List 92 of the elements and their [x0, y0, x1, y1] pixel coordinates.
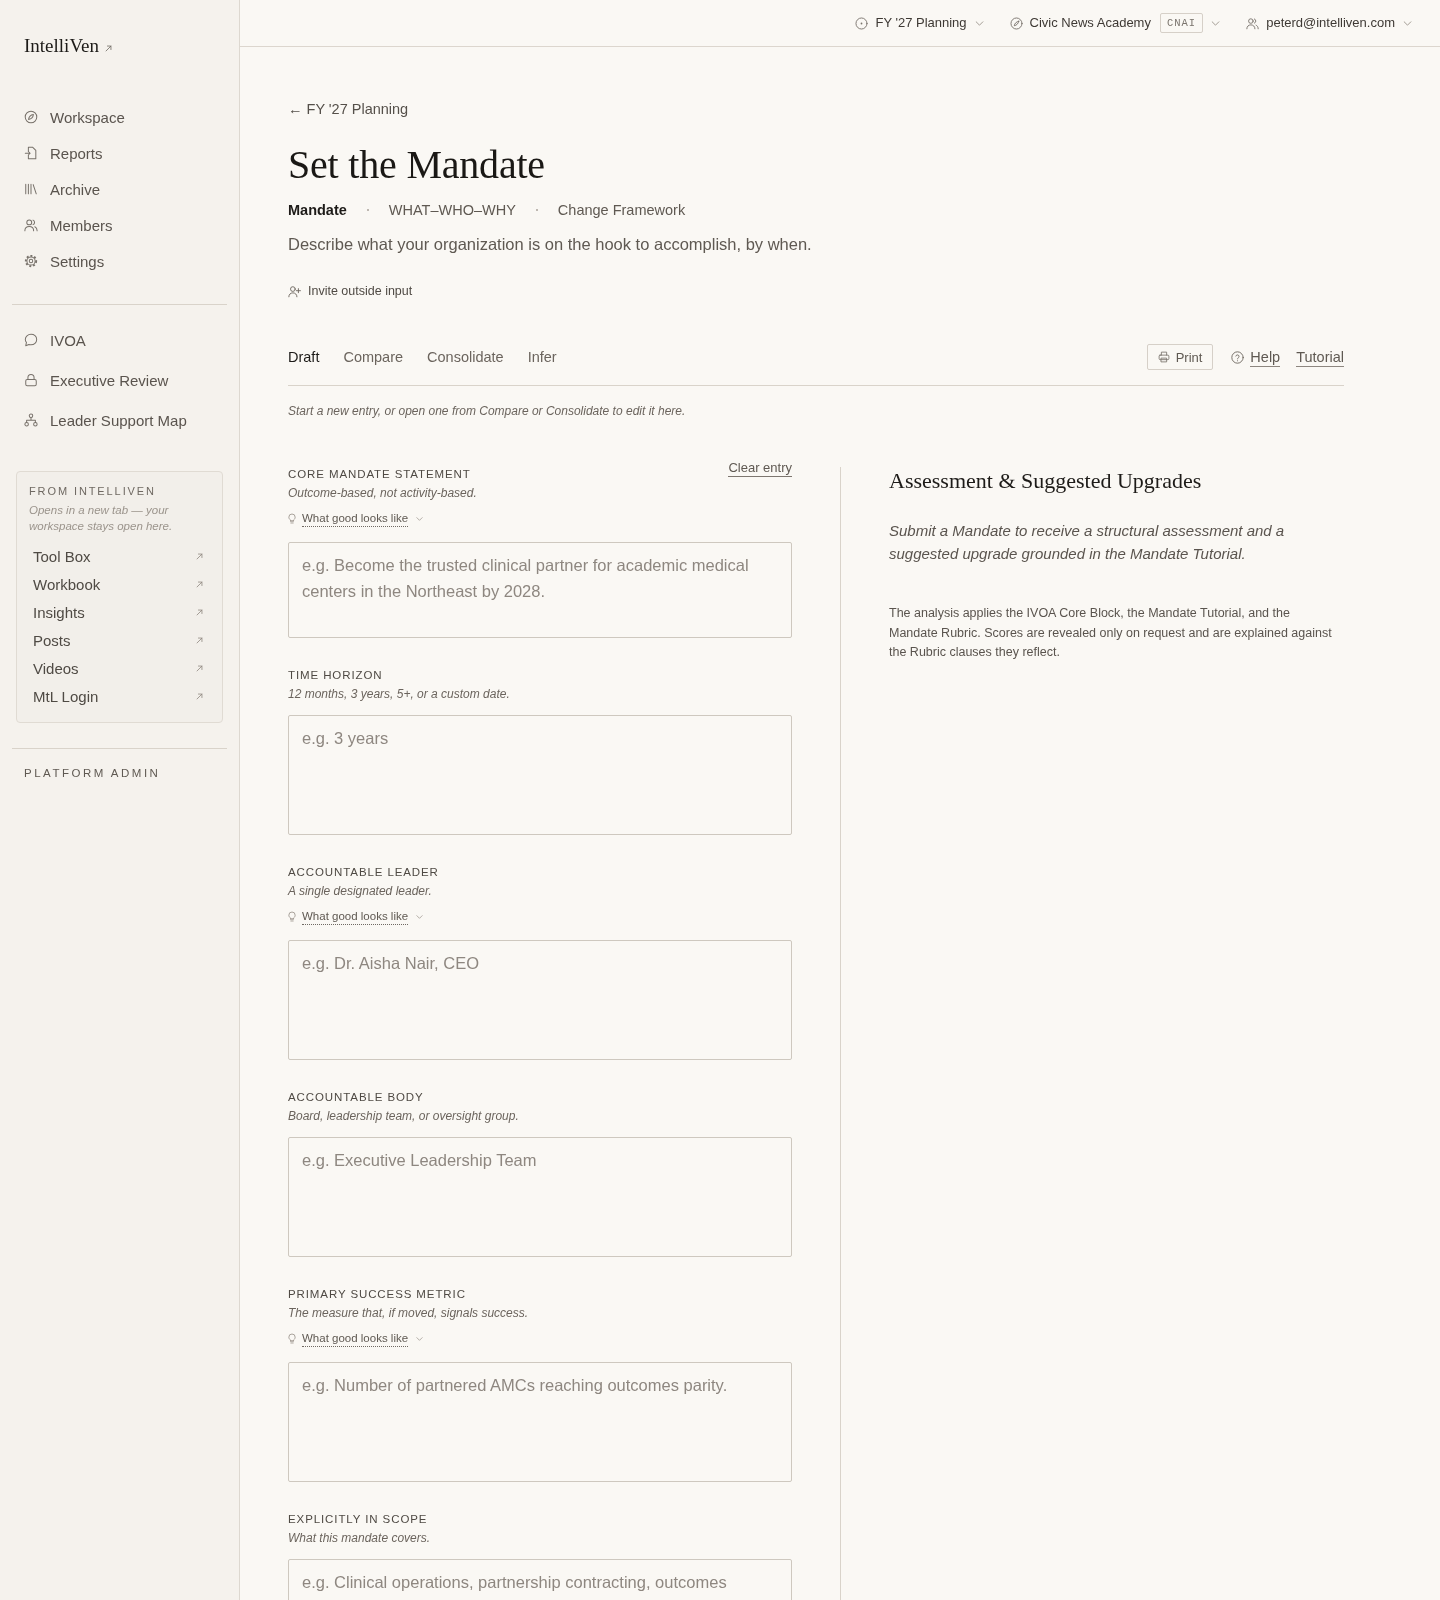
guide-toggle[interactable]: What good looks like	[288, 510, 424, 530]
plan-selector[interactable]: FY '27 Planning	[855, 14, 984, 32]
field-label: ACCOUNTABLE BODY	[288, 1090, 424, 1105]
guide-toggle[interactable]: What good looks like	[288, 1330, 424, 1350]
field-label: EXPLICITLY IN SCOPE	[288, 1512, 428, 1527]
books-icon	[24, 182, 38, 196]
breadcrumb-link[interactable]: Change Framework	[557, 200, 686, 220]
chevron-down-icon	[416, 914, 424, 919]
gear-icon	[24, 254, 38, 268]
arrow-up-right-icon	[196, 608, 203, 616]
nav-item[interactable]: IVOA	[0, 320, 239, 360]
section-heading: PLATFORM ADMIN	[24, 766, 162, 781]
assessment-title: Assessment & Suggested Upgrades	[889, 467, 1203, 495]
chevron-down-icon	[974, 20, 984, 26]
chevron-down-icon	[1211, 20, 1221, 26]
organization-code-tag: CNAI	[1159, 13, 1204, 33]
document-icon	[24, 146, 38, 160]
user-plus-icon	[288, 284, 301, 298]
tutorial-link[interactable]: Tutorial	[1296, 347, 1344, 367]
invite-button[interactable]: Invite outside input	[288, 282, 413, 300]
text-area-field[interactable]: e.g. Become the trusted clinical partner for academic medical centers in the Northeast by 2028.	[288, 542, 792, 638]
nav-item[interactable]: Members	[0, 207, 239, 243]
breadcrumb-link[interactable]: WHAT–WHO–WHY	[388, 200, 516, 220]
external-link[interactable]: Videos	[29, 654, 210, 682]
field-label: CORE MANDATE STATEMENT	[288, 467, 471, 482]
arrow-up-right-icon	[196, 636, 203, 644]
field-hint: The measure that, if moved, signals success.	[288, 1305, 529, 1322]
external-link[interactable]: Posts	[29, 626, 210, 654]
help-link[interactable]: Help	[1231, 347, 1281, 367]
arrow-up-right-icon	[104, 44, 112, 52]
arrow-up-right-icon	[196, 664, 203, 672]
page-description: Describe what your organization is on the hook to accomplish, by when.	[288, 234, 812, 255]
nav-item[interactable]: Settings	[0, 243, 239, 279]
draft-hint: Start a new entry, or open one from Compare or Consolidate to edit it here.	[288, 403, 686, 420]
assessment-intro: Submit a Mandate to receive a structural assessment and a suggested upgrade grounded in the Mandate Tutorial.	[889, 521, 1286, 564]
tab[interactable]: Draft	[288, 347, 320, 367]
lightbulb-icon	[288, 1333, 296, 1344]
nav-item[interactable]: Reports	[0, 135, 239, 171]
help-icon	[1231, 350, 1245, 364]
arrow-up-right-icon	[196, 552, 203, 560]
text-area-field[interactable]: e.g. Number of partnered AMCs reaching outcomes parity.	[288, 1362, 792, 1482]
compass-icon	[1009, 16, 1023, 30]
account-menu[interactable]: peterd@intelliven.com	[1246, 14, 1412, 32]
chevron-down-icon	[416, 1336, 424, 1341]
field-label: ACCOUNTABLE LEADER	[288, 865, 439, 880]
hierarchy-icon	[24, 413, 38, 427]
external-link[interactable]: MtL Login	[29, 682, 210, 710]
circle-dot-icon	[855, 16, 869, 30]
external-link[interactable]: Workbook	[29, 570, 210, 598]
chevron-down-icon	[416, 516, 424, 521]
nav-item[interactable]: Executive Review	[0, 360, 239, 400]
field-label: PRIMARY SUCCESS METRIC	[288, 1287, 466, 1302]
print-button[interactable]: Print	[1146, 344, 1214, 370]
external-link[interactable]: Insights	[29, 598, 210, 626]
arrow-up-right-icon	[196, 692, 203, 700]
text-area-field[interactable]: e.g. Executive Leadership Team	[288, 1137, 792, 1257]
field-hint: What this mandate covers.	[288, 1530, 431, 1547]
tab[interactable]: Consolidate	[427, 347, 504, 367]
text-area-field[interactable]: e.g. Clinical operations, partnership contracting, outcomes	[288, 1559, 792, 1600]
field-label: TIME HORIZON	[288, 668, 383, 683]
lightbulb-icon	[288, 911, 296, 922]
tab[interactable]: Compare	[343, 347, 404, 367]
nav-item[interactable]: Leader Support Map	[0, 400, 239, 440]
nav-item[interactable]: Workspace	[0, 99, 239, 135]
panel-note: Opens in a new tab — your workspace stays open here.	[29, 503, 174, 534]
chat-bubble-icon	[24, 333, 38, 347]
external-link[interactable]: Tool Box	[29, 542, 210, 570]
tab[interactable]: Infer	[527, 347, 557, 367]
logo[interactable]: IntelliVen	[24, 34, 112, 58]
panel-heading: FROM INTELLIVEN	[29, 484, 157, 498]
assessment-note: The analysis applies the IVOA Core Block, the Mandate Tutorial, and the Mandate Rubric. Scores are revealed only on request and are explained against the Rubric clauses they reflect.	[889, 605, 1333, 661]
chevron-down-icon	[1403, 20, 1412, 26]
text-area-field[interactable]: e.g. Dr. Aisha Nair, CEO	[288, 940, 792, 1060]
compass-icon	[24, 110, 38, 124]
printer-icon	[1157, 351, 1170, 363]
users-icon	[24, 218, 38, 232]
field-hint: A single designated leader.	[288, 883, 432, 900]
nav-item[interactable]: Archive	[0, 171, 239, 207]
users-icon	[1246, 16, 1260, 30]
arrow-up-right-icon	[196, 580, 203, 588]
text-area-field[interactable]: e.g. 3 years	[288, 715, 792, 835]
lightbulb-icon	[288, 513, 296, 524]
clear-entry-link[interactable]: Clear entry	[728, 460, 792, 477]
guide-toggle[interactable]: What good looks like	[288, 908, 424, 928]
lock-icon	[24, 373, 38, 387]
page-title: Set the Mandate	[288, 142, 545, 188]
organization-selector[interactable]: Civic News Academy CNAI	[1009, 13, 1221, 33]
breadcrumb-link[interactable]: Mandate	[288, 200, 347, 220]
field-hint: Outcome-based, not activity-based.	[288, 485, 477, 502]
back-link[interactable]: ← FY '27 Planning	[288, 99, 409, 119]
field-hint: 12 months, 3 years, 5+, or a custom date.	[288, 686, 510, 703]
field-hint: Board, leadership team, or oversight group.	[288, 1108, 519, 1125]
